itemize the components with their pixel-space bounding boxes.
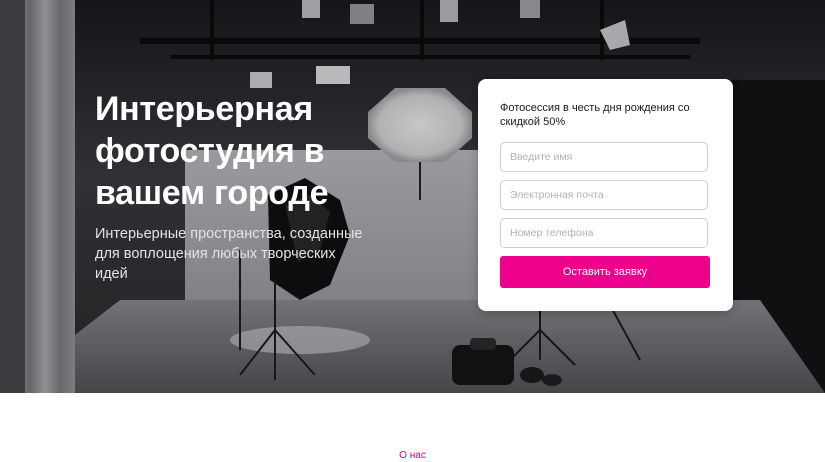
booking-form-card: Фотосессия в честь дня рождения со скидк… xyxy=(478,79,733,311)
hero-section: Интерьерная фотостудия в вашем городе Ин… xyxy=(0,0,825,393)
hero-title: Интерьерная фотостудия в вашем городе xyxy=(95,90,329,212)
phone-input[interactable] xyxy=(500,218,708,248)
name-input[interactable] xyxy=(500,142,708,172)
email-input[interactable] xyxy=(500,180,708,210)
about-section-label[interactable]: О нас xyxy=(0,450,825,462)
hero-subtitle: Интерьерные пространства, созданные для … xyxy=(95,226,363,282)
form-title: Фотосессия в честь дня рождения со скидк… xyxy=(500,102,690,128)
submit-request-button[interactable]: Оставить заявку xyxy=(500,256,710,288)
